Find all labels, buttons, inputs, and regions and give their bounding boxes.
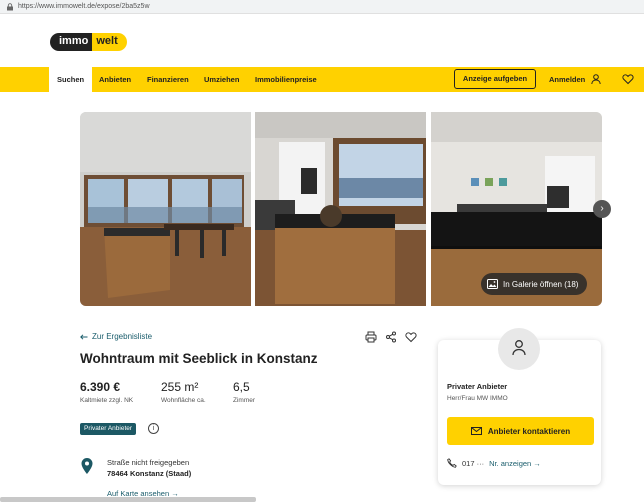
rooms-value: 6,5 bbox=[233, 380, 250, 394]
nav-item-finanzieren[interactable]: Finanzieren bbox=[147, 67, 189, 92]
rooms-label: Zimmer bbox=[233, 397, 256, 404]
living-room-photo bbox=[80, 112, 251, 306]
nav-item-immobilienpreise[interactable]: Immobilienpreise bbox=[255, 67, 317, 92]
horizontal-scrollbar[interactable] bbox=[0, 497, 256, 502]
image-icon bbox=[487, 279, 498, 289]
user-icon[interactable] bbox=[590, 73, 602, 85]
phone-icon bbox=[447, 458, 457, 468]
gallery-photo-2[interactable] bbox=[255, 112, 426, 306]
back-to-results-label: Zur Ergebnisliste bbox=[92, 332, 153, 341]
price-label: Kaltmiete zzgl. NK bbox=[80, 397, 134, 404]
fact-price: 6.390 € Kaltmiete zzgl. NK bbox=[80, 380, 133, 404]
main-nav: Suchen Anbieten Finanzieren Umziehen Imm… bbox=[0, 67, 644, 92]
print-icon[interactable] bbox=[365, 331, 377, 343]
heart-icon[interactable] bbox=[405, 331, 417, 343]
logo-part-immo: immo bbox=[50, 33, 93, 51]
gallery-photo-1[interactable] bbox=[80, 112, 251, 306]
listing-actions bbox=[365, 331, 417, 343]
phone-row: 017 ··· Nr. anzeigen → bbox=[447, 458, 541, 468]
nav-item-suchen[interactable]: Suchen bbox=[49, 67, 93, 92]
listing-title: Wohntraum mit Seeblick in Konstanz bbox=[80, 351, 318, 366]
gallery-next-button[interactable]: › bbox=[593, 200, 611, 218]
phone-prefix: 017 ··· bbox=[462, 458, 485, 468]
address-street: Straße nicht freigegeben bbox=[107, 458, 190, 467]
logo-part-welt: welt bbox=[92, 33, 127, 51]
nav-item-umziehen[interactable]: Umziehen bbox=[204, 67, 239, 92]
area-value: 255 m² bbox=[161, 380, 199, 394]
heart-icon[interactable] bbox=[622, 73, 634, 85]
mail-icon bbox=[470, 427, 482, 435]
price-value: 6.390 € bbox=[80, 380, 121, 394]
open-gallery-button[interactable]: In Galerie öffnen (18) bbox=[481, 273, 588, 295]
back-to-results-link[interactable]: Zur Ergebnisliste bbox=[80, 332, 152, 341]
fact-area: 255 m² Wohnfläche ca. bbox=[161, 380, 206, 404]
contact-provider-label: Anbieter kontaktieren bbox=[487, 426, 571, 436]
location-pin-icon bbox=[81, 458, 93, 474]
url-text: https://www.immowelt.de/expose/2ba5z5w bbox=[18, 3, 150, 10]
share-icon[interactable] bbox=[385, 331, 397, 343]
private-provider-badge: Privater Anbieter bbox=[80, 423, 137, 435]
login-link[interactable]: Anmelden bbox=[549, 67, 585, 92]
provider-name: Privater Anbieter bbox=[447, 382, 508, 391]
arrow-left-icon bbox=[80, 333, 88, 340]
user-icon bbox=[512, 340, 526, 356]
provider-sub: Herr/Frau MW IMMO bbox=[447, 395, 508, 402]
avatar bbox=[498, 328, 540, 370]
address-city: 78464 Konstanz (Staad) bbox=[107, 469, 192, 478]
chevron-right-icon: › bbox=[600, 203, 604, 214]
lock-icon bbox=[7, 2, 13, 10]
post-ad-button[interactable]: Anzeige aufgeben bbox=[454, 69, 536, 89]
info-icon[interactable]: i bbox=[148, 423, 159, 434]
open-gallery-label: In Galerie öffnen (18) bbox=[503, 279, 579, 289]
area-label: Wohnfläche ca. bbox=[161, 397, 206, 404]
immowelt-logo[interactable]: immo welt bbox=[50, 33, 127, 51]
contact-provider-button[interactable]: Anbieter kontaktieren bbox=[447, 417, 594, 445]
nav-item-anbieten[interactable]: Anbieten bbox=[99, 67, 131, 92]
show-number-link[interactable]: Nr. anzeigen → bbox=[489, 459, 541, 468]
address-bar[interactable]: https://www.immowelt.de/expose/2ba5z5w bbox=[0, 0, 644, 14]
fact-rooms: 6,5 Zimmer bbox=[233, 380, 255, 404]
kitchen-island-photo bbox=[255, 112, 426, 306]
